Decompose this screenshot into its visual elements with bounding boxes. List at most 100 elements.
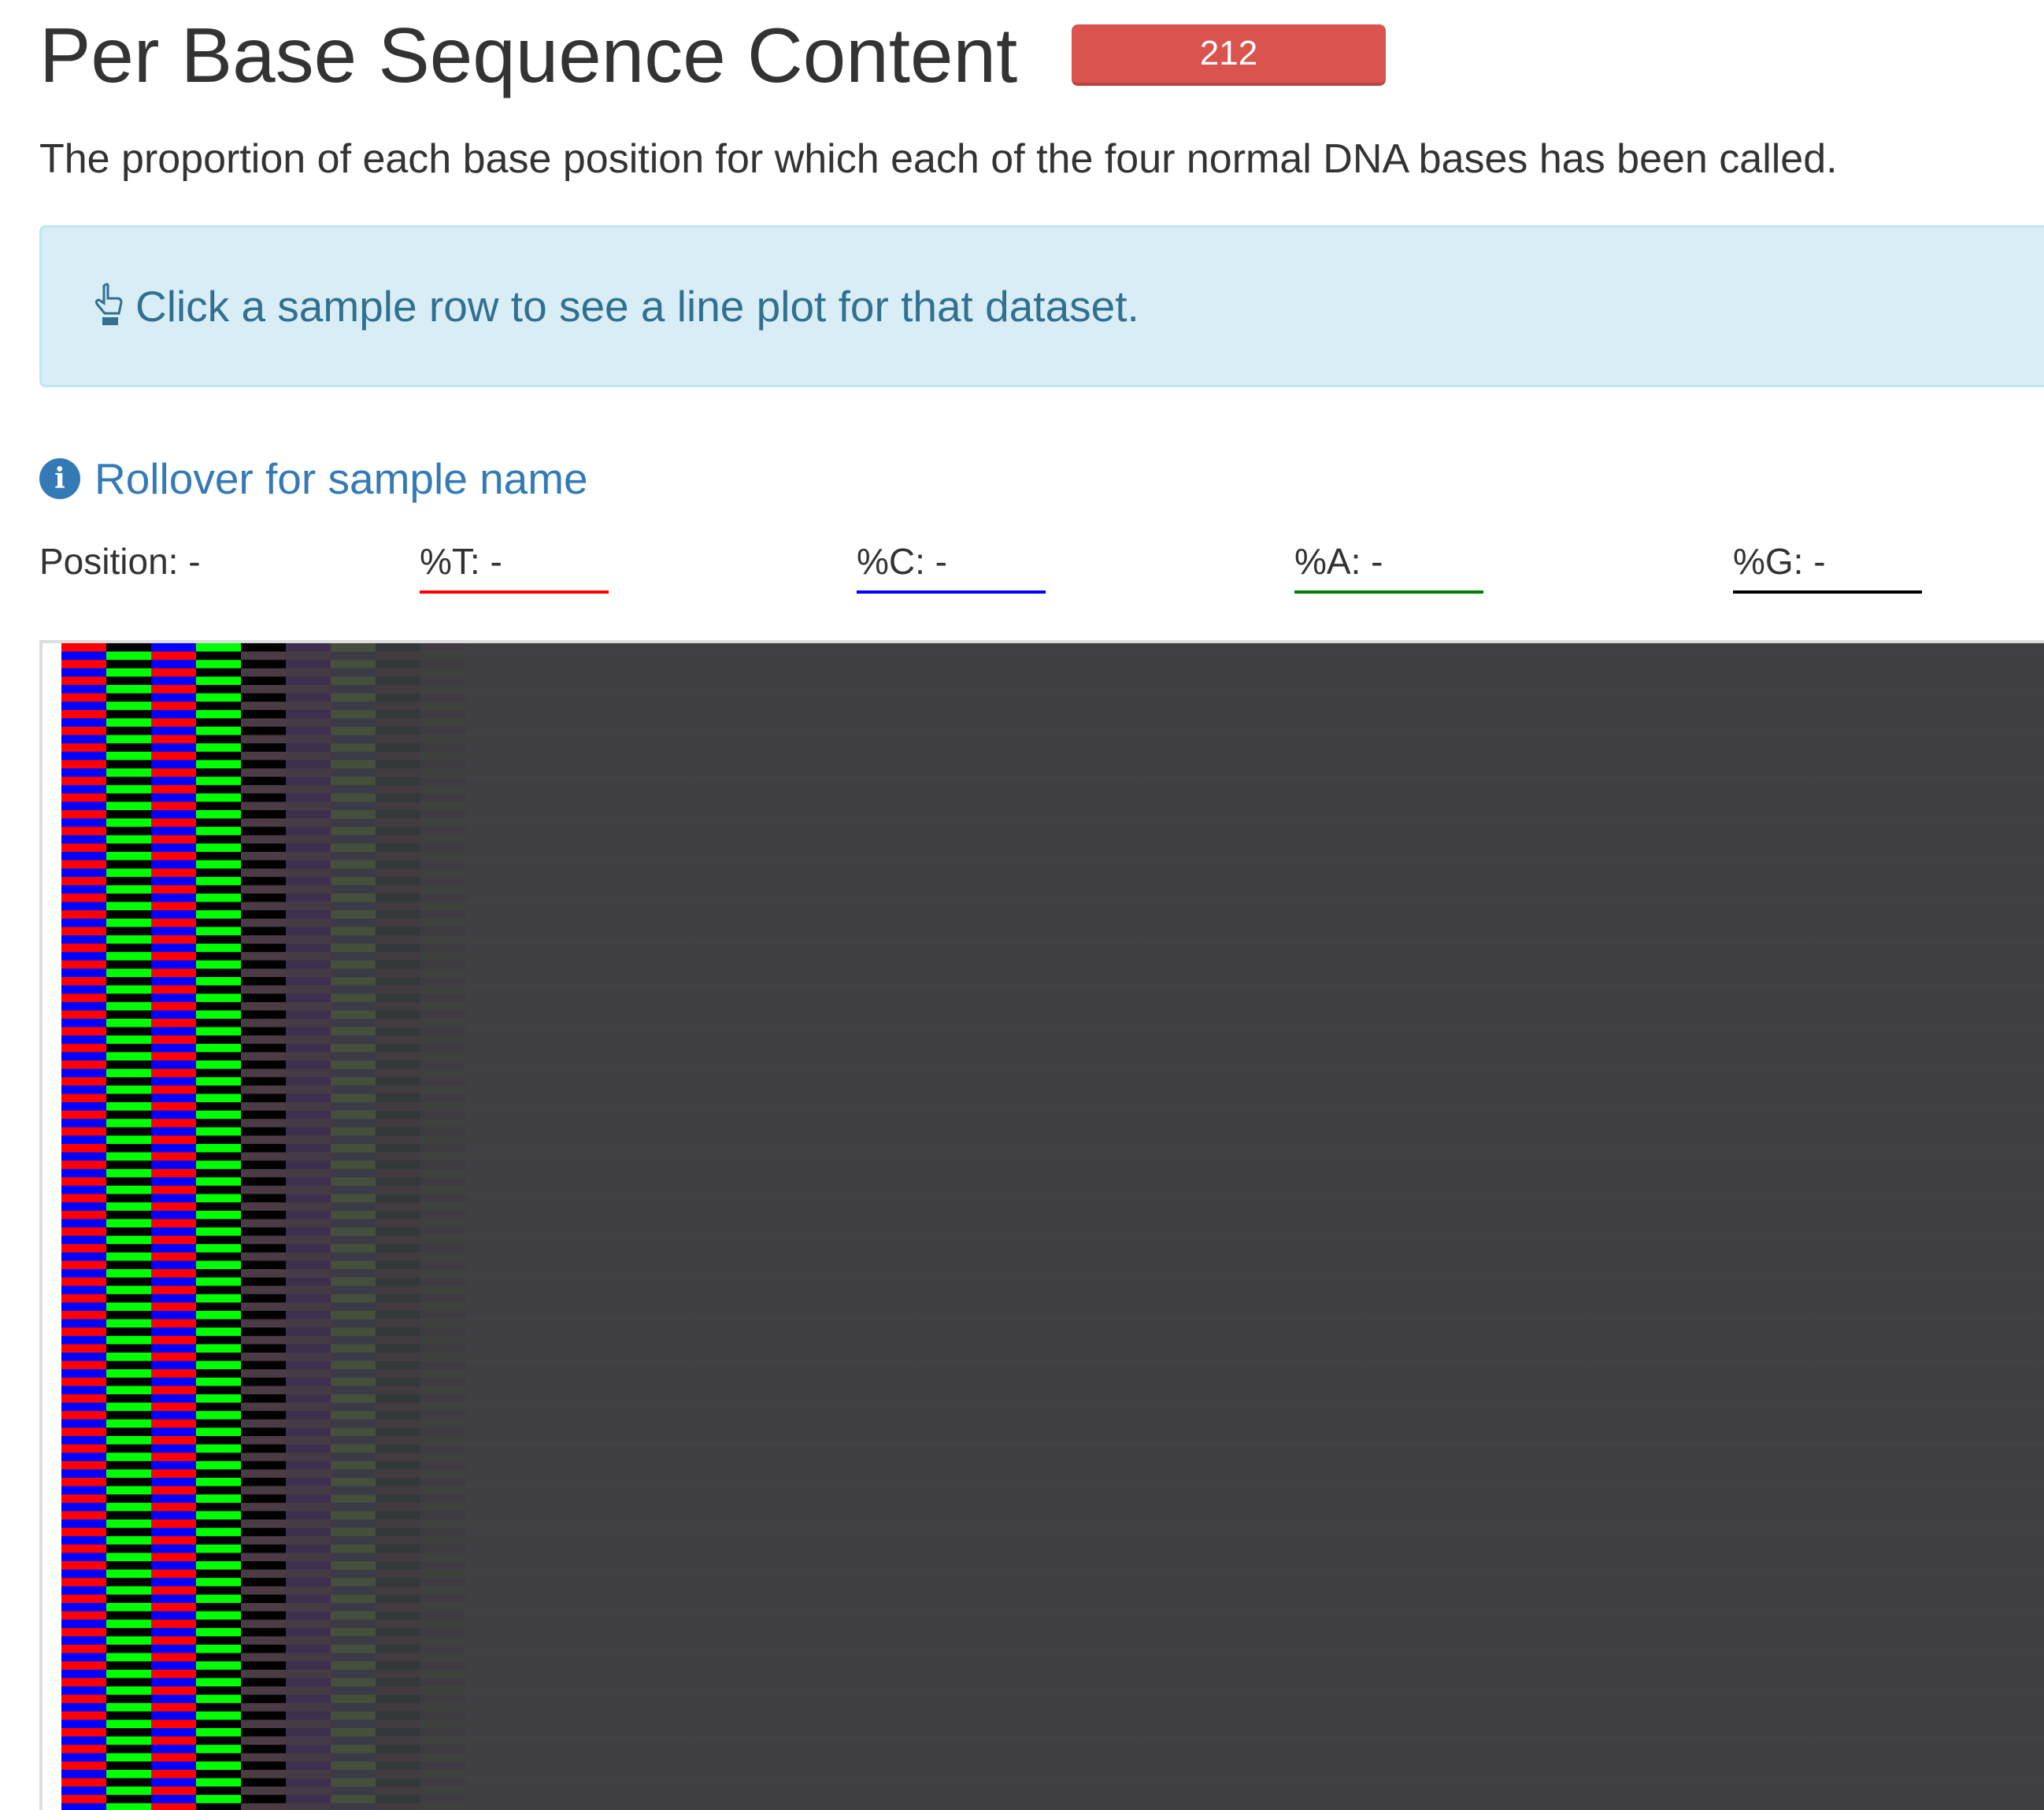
heatmap-cell[interactable] [376,1001,421,1011]
heatmap-cell[interactable] [286,1085,331,1094]
heatmap-cell[interactable] [376,1636,421,1645]
heatmap-row[interactable] [61,1636,2044,1645]
heatmap-cell[interactable] [2036,1168,2044,1178]
heatmap-cell[interactable] [1587,1085,1813,1094]
heatmap-cell[interactable] [2036,1444,2044,1453]
heatmap-cell[interactable] [376,1511,421,1520]
heatmap-cell[interactable] [196,1794,242,1804]
heatmap-cell[interactable] [914,1502,1139,1512]
heatmap-cell[interactable] [1363,801,1588,811]
heatmap-cell[interactable] [331,1419,376,1428]
heatmap-cell[interactable] [106,894,152,902]
heatmap-cell[interactable] [1587,810,1813,819]
heatmap-cell[interactable] [690,1127,915,1136]
heatmap-cell[interactable] [914,827,1139,836]
heatmap-cell[interactable] [2036,1260,2044,1270]
heatmap-cell[interactable] [690,1186,915,1194]
heatmap-cell[interactable] [914,1235,1139,1245]
heatmap-cell[interactable] [690,1494,915,1504]
heatmap-cell[interactable] [151,793,197,802]
heatmap-cell[interactable] [2036,985,2044,994]
heatmap-cell[interactable] [2036,1527,2044,1537]
heatmap-row[interactable] [61,810,2044,819]
heatmap-cell[interactable] [286,1678,331,1687]
heatmap-cell[interactable] [2036,1645,2044,1653]
heatmap-cell[interactable] [420,1252,466,1261]
heatmap-cell[interactable] [331,1110,376,1120]
heatmap-cell[interactable] [1363,1227,1588,1236]
heatmap-cell[interactable] [196,1177,242,1186]
heatmap-cell[interactable] [465,977,691,986]
heatmap-cell[interactable] [690,1177,915,1186]
heatmap-cell[interactable] [151,1436,197,1445]
heatmap-cell[interactable] [690,918,915,927]
heatmap-cell[interactable] [376,876,421,886]
heatmap-cell[interactable] [196,1077,242,1086]
heatmap-cell[interactable] [106,1202,152,1212]
heatmap-cell[interactable] [286,1043,331,1053]
heatmap-cell[interactable] [196,1194,242,1203]
heatmap-cell[interactable] [106,1269,152,1278]
heatmap-cell[interactable] [690,1394,915,1403]
heatmap-cell[interactable] [465,1369,691,1379]
heatmap-cell[interactable] [2036,835,2044,844]
heatmap-cell[interactable] [106,785,152,794]
heatmap-cell[interactable] [286,1260,331,1270]
heatmap-cell[interactable] [1587,1636,1813,1645]
heatmap-cell[interactable] [241,1728,287,1737]
heatmap-cell[interactable] [376,1611,421,1620]
heatmap-cell[interactable] [1139,1586,1364,1595]
heatmap-cell[interactable] [465,1436,691,1445]
heatmap-cell[interactable] [196,1453,242,1462]
heatmap-cell[interactable] [690,1444,915,1453]
heatmap-cell[interactable] [914,1302,1139,1312]
heatmap-cell[interactable] [286,1594,331,1604]
heatmap-cell[interactable] [2036,1210,2044,1220]
heatmap-cell[interactable] [376,1586,421,1595]
heatmap-row[interactable] [61,827,2044,836]
heatmap-cell[interactable] [1812,1219,2037,1228]
heatmap-cell[interactable] [690,1636,915,1645]
heatmap-cell[interactable] [465,1569,691,1579]
heatmap-cell[interactable] [331,1569,376,1579]
heatmap-cell[interactable] [376,1060,421,1069]
heatmap-row[interactable] [61,1119,2044,1128]
heatmap-cell[interactable] [331,1703,376,1712]
heatmap-cell[interactable] [914,1269,1139,1278]
heatmap-cell[interactable] [196,1094,242,1103]
heatmap-cell[interactable] [914,1453,1139,1462]
heatmap-cell[interactable] [1812,1761,2037,1771]
heatmap-cell[interactable] [331,1043,376,1053]
heatmap-cell[interactable] [1139,1353,1364,1361]
heatmap-cell[interactable] [420,1194,466,1203]
heatmap-cell[interactable] [1139,743,1364,753]
heatmap-cell[interactable] [420,1636,466,1645]
heatmap-cell[interactable] [376,1168,421,1178]
heatmap-cell[interactable] [465,1553,691,1562]
heatmap-cell[interactable] [151,1127,197,1136]
heatmap-cell[interactable] [2036,1085,2044,1094]
heatmap-cell[interactable] [196,768,242,777]
heatmap-cell[interactable] [465,1252,691,1261]
heatmap-cell[interactable] [420,727,466,735]
heatmap-cell[interactable] [690,1603,915,1612]
heatmap-cell[interactable] [420,860,466,869]
heatmap-cell[interactable] [286,1444,331,1453]
heatmap-cell[interactable] [1587,1402,1813,1412]
heatmap-cell[interactable] [196,709,242,719]
heatmap-cell[interactable] [914,943,1139,953]
heatmap-cell[interactable] [465,1152,691,1161]
heatmap-cell[interactable] [151,1502,197,1512]
heatmap-cell[interactable] [690,1678,915,1687]
heatmap-cell[interactable] [1363,1311,1588,1320]
heatmap-row[interactable] [61,1043,2044,1053]
heatmap-cell[interactable] [376,1502,421,1512]
heatmap-row[interactable] [61,701,2044,711]
heatmap-cell[interactable] [690,1719,915,1729]
heatmap-cell[interactable] [690,1803,915,1810]
heatmap-cell[interactable] [286,960,331,969]
heatmap-cell[interactable] [465,843,691,853]
heatmap-cell[interactable] [2036,1252,2044,1261]
heatmap-cell[interactable] [2036,1511,2044,1520]
heatmap-cell[interactable] [2036,960,2044,969]
